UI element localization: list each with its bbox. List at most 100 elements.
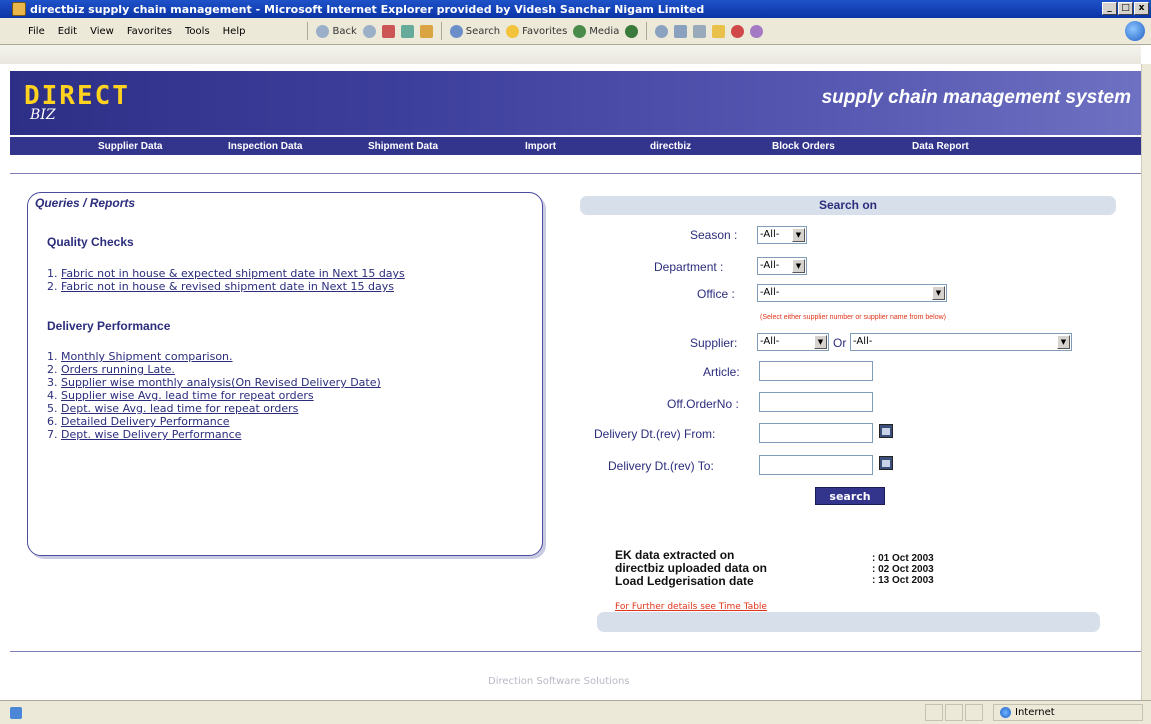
page-icon [10, 707, 22, 719]
from-date-label: Delivery Dt.(rev) From: [594, 427, 716, 441]
season-select[interactable]: -All- ▼ [757, 226, 807, 244]
chevron-down-icon: ▼ [792, 228, 805, 242]
or-label: Or [833, 336, 847, 350]
status-cell [925, 704, 943, 721]
logo-subtext: BIZ [30, 107, 56, 123]
menu-file[interactable]: File [28, 26, 45, 37]
quality-checks-heading: Quality Checks [47, 235, 134, 249]
nav-data-report[interactable]: Data Report [912, 141, 969, 152]
delivery-link-7[interactable]: Dept. wise Delivery Performance [61, 428, 241, 441]
to-date-label: Delivery Dt.(rev) To: [608, 459, 714, 473]
print-icon[interactable] [674, 24, 688, 38]
delivery-link-1[interactable]: Monthly Shipment comparison. [61, 350, 233, 363]
menu-help[interactable]: Help [223, 26, 246, 37]
ie-window-icon [12, 2, 26, 16]
from-date-input[interactable] [759, 423, 873, 443]
folder-icon[interactable] [712, 24, 726, 38]
office-label: Office : [697, 287, 735, 301]
calendar-icon[interactable] [879, 424, 893, 438]
orderno-input[interactable] [759, 392, 873, 412]
footer-credit: Direction Software Solutions [488, 676, 630, 687]
delivery-link-5[interactable]: Dept. wise Avg. lead time for repeat ord… [61, 402, 298, 415]
edit-icon[interactable] [693, 24, 707, 38]
window-title-bar: directbiz supply chain management - Micr… [0, 0, 1151, 18]
stop-icon[interactable] [381, 24, 395, 38]
nav-inspection-data[interactable]: Inspection Data [228, 141, 302, 152]
list-item: 6. Detailed Delivery Performance [47, 415, 230, 428]
menu-view[interactable]: View [90, 26, 114, 37]
quality-links: 1. Fabric not in house & expected shipme… [47, 267, 405, 293]
search-icon [449, 24, 463, 38]
list-item: 2. Orders running Late. [47, 363, 175, 376]
extraction-info-labels: EK data extracted on directbiz uploaded … [615, 548, 768, 588]
menu-bar: File Edit View Favorites Tools Help Back… [0, 18, 1151, 45]
nav-directbiz[interactable]: directbiz [650, 141, 691, 152]
list-item: 1. Fabric not in house & expected shipme… [47, 267, 405, 280]
supplier-hint: (Select either supplier number or suppli… [760, 314, 946, 321]
chevron-down-icon: ▼ [1057, 335, 1070, 349]
research-icon[interactable] [750, 24, 764, 38]
supplier-number-select[interactable]: -All- ▼ [757, 333, 829, 351]
article-input[interactable] [759, 361, 873, 381]
search-button[interactable]: Search [449, 24, 500, 38]
list-item: 7. Dept. wise Delivery Performance [47, 428, 242, 441]
department-select[interactable]: -All- ▼ [757, 257, 807, 275]
back-button[interactable]: Back [316, 24, 357, 38]
calendar-icon[interactable] [879, 456, 893, 470]
list-item: 1. Monthly Shipment comparison. [47, 350, 233, 363]
maximize-button[interactable]: □ [1118, 2, 1133, 15]
site-tagline: supply chain management system [821, 87, 1131, 108]
queries-title: Queries / Reports [35, 196, 136, 210]
delivery-link-3[interactable]: Supplier wise monthly analysis(On Revise… [61, 376, 381, 389]
department-label: Department : [654, 260, 724, 274]
media-button[interactable]: Media [573, 24, 619, 38]
quality-link-2[interactable]: Fabric not in house & revised shipment d… [61, 280, 394, 293]
chevron-down-icon: ▼ [932, 286, 945, 300]
supplier-label: Supplier: [690, 336, 738, 350]
history-icon[interactable] [625, 24, 639, 38]
to-date-input[interactable] [759, 455, 873, 475]
time-table-link[interactable]: For Further details see Time Table [615, 602, 767, 612]
security-zone: Internet [993, 704, 1143, 721]
search-footer-bar [597, 612, 1100, 632]
main-nav: Supplier Data Inspection Data Shipment D… [10, 137, 1141, 155]
page-top-strip [0, 45, 1141, 64]
season-label: Season : [690, 228, 738, 242]
chevron-down-icon: ▼ [792, 259, 805, 273]
office-select[interactable]: -All- ▼ [757, 284, 947, 302]
list-item: 4. Supplier wise Avg. lead time for repe… [47, 389, 314, 402]
menu-edit[interactable]: Edit [58, 26, 77, 37]
favorites-button[interactable]: Favorites [506, 24, 567, 38]
back-arrow-icon [316, 24, 330, 38]
menu-tools[interactable]: Tools [185, 26, 210, 37]
status-cell [945, 704, 963, 721]
window-title: directbiz supply chain management - Micr… [30, 2, 705, 16]
vertical-scrollbar[interactable] [1141, 64, 1151, 700]
home-icon[interactable] [419, 24, 433, 38]
supplier-name-select[interactable]: -All- ▼ [850, 333, 1072, 351]
mail-icon[interactable] [655, 24, 669, 38]
refresh-icon[interactable] [400, 24, 414, 38]
divider [10, 173, 1141, 174]
minimize-button[interactable]: _ [1102, 2, 1117, 15]
site-banner: DIRECT BIZ supply chain management syste… [10, 71, 1141, 135]
menu-favorites[interactable]: Favorites [127, 26, 172, 37]
delivery-link-2[interactable]: Orders running Late. [61, 363, 175, 376]
star-icon [506, 24, 520, 38]
delivery-link-6[interactable]: Detailed Delivery Performance [61, 415, 230, 428]
forward-arrow-icon[interactable] [362, 24, 376, 38]
nav-import[interactable]: Import [525, 141, 556, 152]
status-cell [965, 704, 983, 721]
close-button[interactable]: x [1134, 2, 1149, 15]
delivery-link-4[interactable]: Supplier wise Avg. lead time for repeat … [61, 389, 314, 402]
nav-supplier-data[interactable]: Supplier Data [98, 141, 162, 152]
list-item: 5. Dept. wise Avg. lead time for repeat … [47, 402, 299, 415]
chevron-down-icon: ▼ [814, 335, 827, 349]
messenger-icon[interactable] [731, 24, 745, 38]
orderno-label: Off.OrderNo : [667, 397, 739, 411]
quality-link-1[interactable]: Fabric not in house & expected shipment … [61, 267, 405, 280]
search-button[interactable]: search [815, 487, 885, 505]
nav-block-orders[interactable]: Block Orders [772, 141, 835, 152]
status-bar: Internet [0, 700, 1151, 724]
nav-shipment-data[interactable]: Shipment Data [368, 141, 438, 152]
